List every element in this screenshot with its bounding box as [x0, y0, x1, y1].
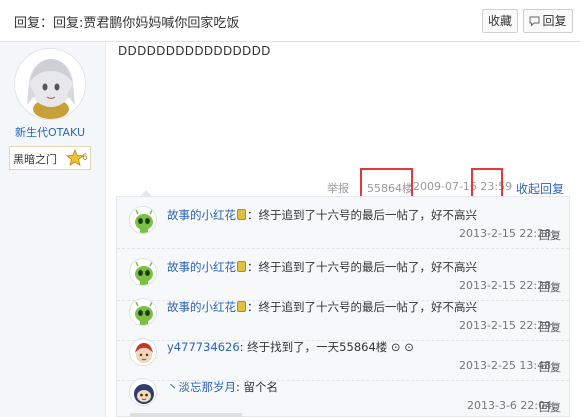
reply-text: ：终于追到了十六号的最后一帖了，好不高兴 — [247, 300, 477, 314]
green-alien-avatar-icon[interactable] — [129, 258, 157, 286]
reply-username[interactable]: y477734626 — [167, 340, 240, 354]
favorite-button[interactable]: 收藏 — [482, 9, 518, 33]
thread-header: 回复：回复:贾君鹏你妈妈喊你回家吃饭 收藏 回复 — [0, 0, 580, 42]
list-item: 故事的小红花 ：终于追到了十六号的最后一帖了，好不高兴 2013-2-15 22:… — [117, 197, 569, 249]
reply-text: ：终于追到了十六号的最后一帖了，好不高兴 — [247, 260, 477, 274]
medal-icon — [237, 261, 246, 272]
list-item: 丶淡忘那岁月: 留个名 2013-3-6 22:04 回复 — [117, 369, 569, 417]
sub-reply-list: 故事的小红花 ：终于追到了十六号的最后一帖了，好不高兴 2013-2-15 22:… — [116, 196, 570, 417]
reply-link[interactable]: 回复 — [539, 399, 561, 415]
reply-username[interactable]: 丶淡忘那岁月 — [167, 380, 236, 394]
reply-button[interactable]: 回复 — [523, 9, 573, 33]
green-alien-avatar-icon[interactable] — [129, 206, 157, 234]
medal-icon — [237, 209, 246, 220]
reply-text: : 终于找到了，一天55864楼 ⊙ ⊙ — [239, 340, 414, 354]
cartoon-face-avatar-icon[interactable] — [129, 378, 157, 406]
reply-link[interactable]: 回复 — [539, 227, 561, 243]
level-number: 6 — [82, 153, 88, 163]
green-alien-avatar-icon[interactable] — [129, 298, 157, 326]
level-name: 黑暗之门 — [13, 153, 57, 166]
reply-username[interactable]: 故事的小红花 — [167, 300, 236, 314]
reply-text: ：终于追到了十六号的最后一帖了，好不高兴 — [247, 208, 477, 222]
red-hair-avatar-icon[interactable] — [129, 338, 157, 366]
reply-time: 2013-2-15 22:28 — [459, 227, 552, 240]
report-link[interactable]: 举报 — [327, 180, 349, 196]
post-content: DDDDDDDDDDDDDDDD — [118, 44, 271, 58]
thread-title: 回复：回复:贾君鹏你妈妈喊你回家吃饭 — [14, 16, 240, 31]
level-badge: 黑暗之门 6 — [9, 146, 91, 170]
reply-username[interactable]: 故事的小红花 — [167, 208, 236, 222]
speech-bubble-icon — [529, 11, 540, 33]
reply-text: : 留个名 — [236, 380, 279, 394]
collapse-replies-link[interactable]: 收起回复 — [516, 180, 564, 197]
reply-username[interactable]: 故事的小红花 — [167, 260, 236, 274]
author-avatar[interactable] — [14, 48, 86, 120]
scroll-hint-bar — [130, 413, 242, 417]
reply-button-label: 回复 — [542, 14, 567, 28]
author-sidebar: 新生代OTAKU 黑暗之门 6 — [0, 42, 106, 417]
medal-icon — [237, 301, 246, 312]
author-name[interactable]: 新生代OTAKU — [0, 124, 100, 140]
